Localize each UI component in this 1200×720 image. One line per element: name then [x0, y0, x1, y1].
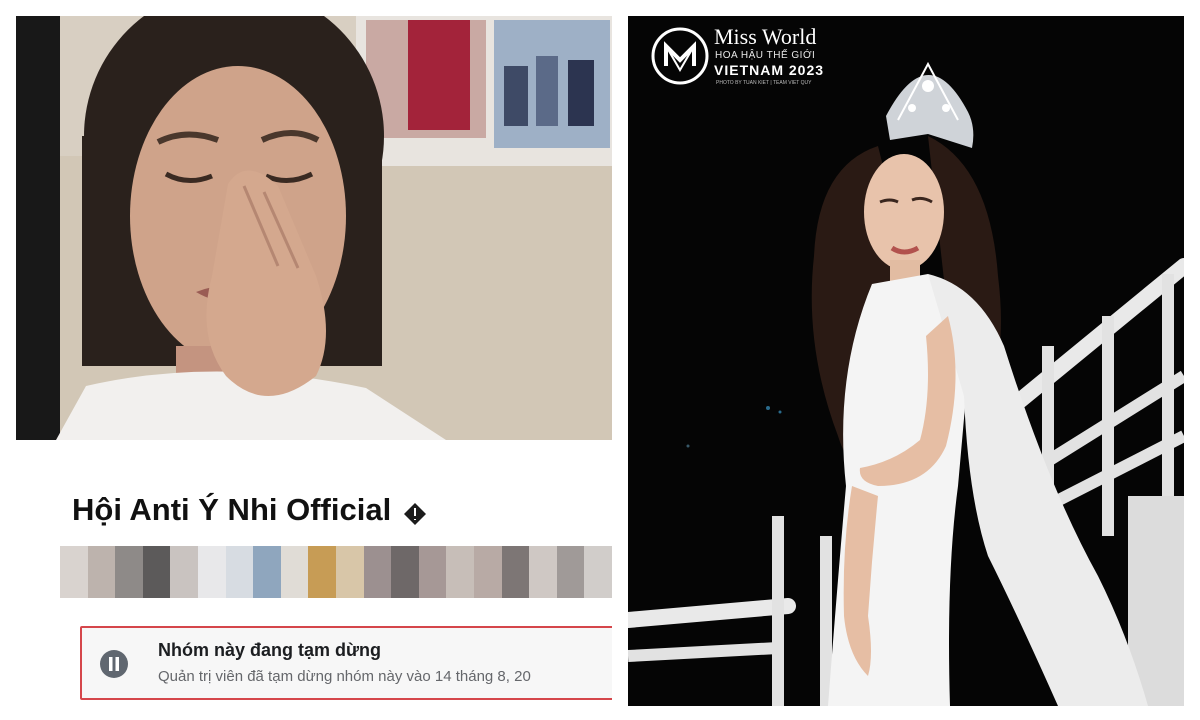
pixel-block: [363, 546, 392, 598]
paused-title: Nhóm này đang tạm dừng: [158, 640, 382, 660]
pixelated-metadata: [60, 546, 612, 598]
crying-woman-photo: [16, 16, 612, 440]
pixel-block: [197, 546, 226, 598]
miss-world-portrait: [628, 16, 1184, 706]
globe-privacy-icon: [403, 498, 427, 525]
pixel-block: [391, 546, 419, 598]
pixel-block: [473, 546, 502, 598]
group-info-card: Hội Anti Ý Nhi Official Nhóm này đang tạ…: [16, 440, 612, 706]
pixel-block: [308, 546, 336, 598]
pixel-block: [501, 546, 530, 598]
right-photo-panel: Miss World HOA HẬU THẾ GIỚI VIETNAM 2023…: [628, 16, 1184, 706]
paused-description: Quản trị viên đã tạm dừng nhóm này vào 1…: [158, 668, 531, 685]
mw-monogram-icon: [650, 26, 710, 86]
pixel-block: [418, 546, 447, 598]
pixel-block: [529, 546, 557, 598]
pixel-block: [446, 546, 474, 598]
pixel-block: [253, 546, 281, 598]
pixel-block: [60, 546, 88, 598]
pixel-block: [584, 546, 612, 598]
pixel-block: [335, 546, 364, 598]
left-screenshot-panel: Hội Anti Ý Nhi Official Nhóm này đang tạ…: [16, 16, 612, 706]
group-name-text: Hội Anti Ý Nhi Official: [72, 492, 392, 527]
pixel-block: [115, 546, 143, 598]
pixel-block: [87, 546, 116, 598]
photo-credit: PHOTO BY TUAN KIET | TEAM VIET QUY: [716, 80, 812, 86]
brand-subtitle: HOA HẬU THẾ GIỚI: [715, 50, 816, 61]
pixel-block: [170, 546, 198, 598]
pixel-block: [142, 546, 171, 598]
pause-icon: [98, 648, 130, 680]
pixel-block: [225, 546, 254, 598]
brand-title: Miss World: [714, 24, 817, 49]
pixel-block: [556, 546, 585, 598]
brand-year-line: VIETNAM 2023: [714, 62, 825, 78]
group-paused-notice: Nhóm này đang tạm dừng Quản trị viên đã …: [80, 626, 612, 700]
group-name[interactable]: Hội Anti Ý Nhi Official: [72, 492, 427, 528]
pixel-block: [280, 546, 309, 598]
